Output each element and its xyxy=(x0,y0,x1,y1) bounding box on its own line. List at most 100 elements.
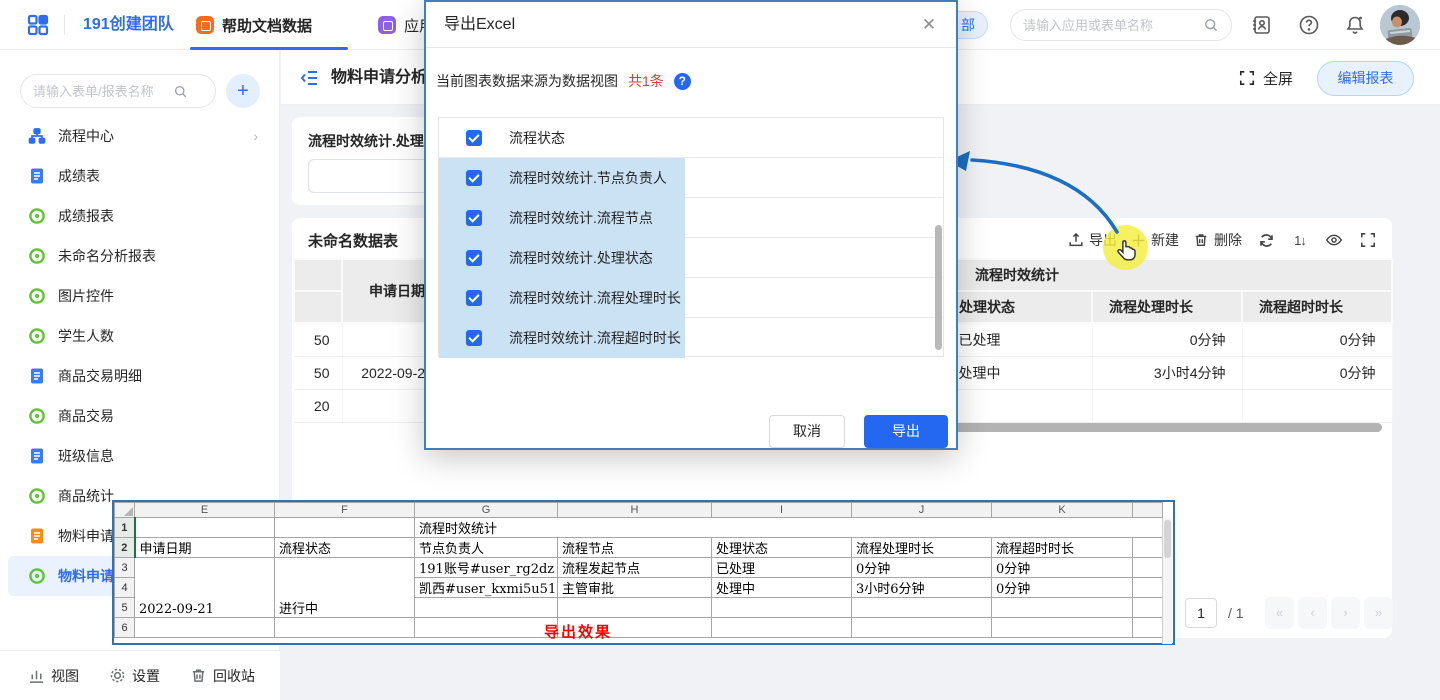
sidebar-item-score-form[interactable]: 成绩表 xyxy=(8,156,272,196)
hand-cursor-icon xyxy=(1114,238,1140,264)
excel-cell-f2: 流程状态 xyxy=(275,538,415,558)
field-row[interactable]: 流程时效统计.流程节点 xyxy=(439,198,943,238)
app-root: 191创建团队 帮助文档数据 应用 部 xyxy=(0,0,1440,700)
table-fullscreen-icon[interactable] xyxy=(1358,230,1378,250)
sidebar-item-label: 图片控件 xyxy=(58,286,114,306)
trash-icon xyxy=(1193,232,1209,248)
field-label: 流程状态 xyxy=(509,128,565,148)
field-row[interactable]: 流程时效统计.节点负责人 xyxy=(439,158,943,198)
refresh-icon[interactable] xyxy=(1256,230,1276,250)
sidebar-item-label: 成绩报表 xyxy=(58,206,114,226)
next-page-icon[interactable] xyxy=(1331,597,1360,629)
horizontal-scrollbar[interactable] xyxy=(952,423,1382,432)
user-avatar[interactable] xyxy=(1380,5,1420,45)
cancel-button[interactable]: 取消 xyxy=(769,415,845,448)
fullscreen-label: 全屏 xyxy=(1263,68,1293,89)
page-total: / 1 xyxy=(1228,598,1244,628)
prev-page-icon[interactable] xyxy=(1298,597,1327,629)
checkbox-checked[interactable] xyxy=(466,130,482,146)
team-name[interactable]: 191创建团队 xyxy=(83,0,174,50)
modal-info: 当前图表数据来源为数据视图 共1条 xyxy=(436,70,691,92)
export-result-caption: 导出效果 xyxy=(544,621,612,642)
trash-icon xyxy=(190,667,207,684)
excel-corner-cell xyxy=(115,503,135,518)
settings-button[interactable]: 设置 xyxy=(109,666,160,686)
sidebar-search[interactable] xyxy=(20,74,216,108)
checkbox-checked[interactable] xyxy=(466,170,482,186)
page-number-input[interactable]: 1 xyxy=(1185,598,1217,628)
checkbox-checked[interactable] xyxy=(466,250,482,266)
sidebar-item-unnamed-report[interactable]: 未命名分析报表 xyxy=(8,236,272,276)
sidebar-item-label: 学生人数 xyxy=(58,326,114,346)
modal-footer: 取消 导出 xyxy=(426,405,956,452)
col-letter: F xyxy=(275,503,415,518)
sidebar-search-input[interactable] xyxy=(33,84,173,99)
checkbox-checked[interactable] xyxy=(466,210,482,226)
sidebar-item-process-center[interactable]: 流程中心 › xyxy=(8,116,272,156)
help-icon[interactable] xyxy=(1298,14,1320,36)
sidebar-item-student-count[interactable]: 学生人数 xyxy=(8,316,272,356)
add-form-button[interactable]: + xyxy=(226,74,260,108)
collapse-panel-icon[interactable] xyxy=(299,67,321,89)
modal-title: 导出Excel xyxy=(444,2,515,48)
fullscreen-button[interactable]: 全屏 xyxy=(1239,65,1293,91)
modal-scrollbar[interactable] xyxy=(935,225,942,350)
help-question-icon[interactable] xyxy=(674,73,691,90)
global-search[interactable] xyxy=(1010,9,1232,41)
excel-cell-h4: 主管审批 xyxy=(558,578,712,598)
row-number: 5 xyxy=(115,598,135,618)
col-letter: G xyxy=(415,503,558,518)
last-page-icon[interactable] xyxy=(1364,597,1393,629)
chevron-right-icon[interactable]: › xyxy=(253,128,258,144)
views-label: 视图 xyxy=(51,666,79,686)
field-row[interactable]: 流程时效统计.流程超时时长 xyxy=(439,318,943,358)
edit-report-button[interactable]: 编辑报表 xyxy=(1317,61,1414,96)
excel-cell-k4: 0分钟 xyxy=(992,578,1133,598)
col-letter: E xyxy=(135,503,275,518)
col-letter: I xyxy=(712,503,852,518)
sidebar-item-class-info[interactable]: 班级信息 xyxy=(8,436,272,476)
data-source-text: 当前图表数据来源为数据视图 xyxy=(436,71,618,91)
active-tab-underline xyxy=(190,47,348,50)
excel-cell-i4: 处理中 xyxy=(712,578,852,598)
report-ring-icon xyxy=(28,207,46,225)
notifications-bell-icon[interactable] xyxy=(1344,14,1366,36)
delete-button[interactable]: 删除 xyxy=(1193,230,1242,250)
sidebar-item-label: 物料申请 xyxy=(58,566,114,586)
data-card-title: 未命名数据表 xyxy=(308,230,398,251)
field-row[interactable]: 流程时效统计.处理状态 xyxy=(439,238,943,278)
excel-cell-j4: 3小时6分钟 xyxy=(852,578,992,598)
excel-preview: E F G H I J K 1 流程时效统计 2 申请日期 流程状态 节点负责人 xyxy=(112,500,1175,645)
checkbox-checked[interactable] xyxy=(466,290,482,306)
form-doc-icon xyxy=(28,527,46,545)
sidebar-item-image-widget[interactable]: 图片控件 xyxy=(8,276,272,316)
recycle-bin-button[interactable]: 回收站 xyxy=(190,666,255,686)
excel-grid: E F G H I J K 1 流程时效统计 2 申请日期 流程状态 节点负责人 xyxy=(114,502,1163,638)
excel-cell-g4: 凯西#user_kxmi5u51 xyxy=(415,578,558,598)
views-button[interactable]: 视图 xyxy=(28,666,79,686)
confirm-export-button[interactable]: 导出 xyxy=(864,415,948,448)
sidebar-item-score-report[interactable]: 成绩报表 xyxy=(8,196,272,236)
workspace-grid-icon[interactable] xyxy=(26,13,50,37)
row-header-cell xyxy=(294,259,342,291)
row-number: 3 xyxy=(115,558,135,578)
sidebar-item-trade-detail[interactable]: 商品交易明细 xyxy=(8,356,272,396)
search-icon xyxy=(173,84,188,99)
global-search-input[interactable] xyxy=(1023,18,1203,33)
sidebar-item-label: 商品交易明细 xyxy=(58,366,142,386)
checkbox-checked[interactable] xyxy=(466,330,482,346)
tab-help-doc-data[interactable]: 帮助文档数据 xyxy=(196,0,312,50)
first-page-icon[interactable] xyxy=(1265,597,1294,629)
sort-icon[interactable] xyxy=(1290,230,1310,250)
row-number: 4 xyxy=(115,578,135,598)
field-row[interactable]: 流程状态 xyxy=(439,118,943,158)
close-icon[interactable] xyxy=(918,14,940,36)
field-row[interactable]: 流程时效统计.流程处理时长 xyxy=(439,278,943,318)
excel-cell-e5: 2022-09-21 xyxy=(135,558,275,618)
excel-cell-h3: 流程发起节点 xyxy=(558,558,712,578)
excel-cell-k3: 0分钟 xyxy=(992,558,1133,578)
sidebar-item-trade[interactable]: 商品交易 xyxy=(8,396,272,436)
visibility-eye-icon[interactable] xyxy=(1324,230,1344,250)
contacts-icon[interactable] xyxy=(1250,14,1272,36)
app-doc-icon xyxy=(196,16,214,34)
